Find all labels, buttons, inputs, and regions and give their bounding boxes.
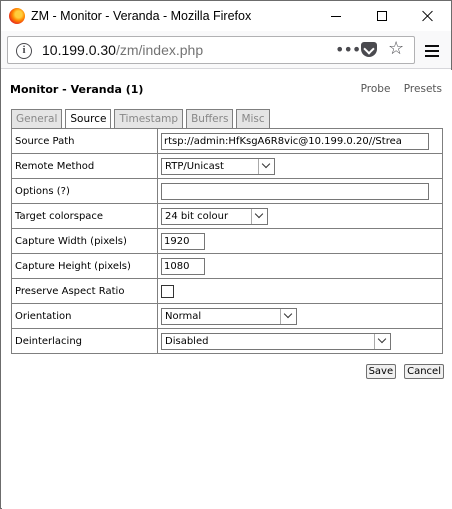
bookmark-star-icon[interactable]: ☆	[388, 38, 404, 59]
firefox-logo-icon	[9, 8, 25, 24]
minimize-icon	[331, 15, 341, 17]
table-row: Source Path rtsp://admin:HfKsgA6R8vic@10…	[11, 128, 443, 154]
page-title: Monitor - Veranda (1)	[10, 83, 144, 96]
hamburger-menu-icon[interactable]	[425, 45, 439, 57]
source-path-label: Source Path	[11, 128, 158, 154]
capture-height-input[interactable]: 1080	[161, 257, 205, 275]
tab-general[interactable]: General	[11, 109, 63, 128]
target-colorspace-value: 24 bit colour	[165, 210, 229, 222]
chevron-down-icon	[258, 158, 274, 174]
tab-strip: General Source Timestamp Buffers Misc	[11, 109, 273, 129]
orientation-label: Orientation	[11, 303, 158, 329]
maximize-button[interactable]	[359, 1, 405, 31]
orientation-select[interactable]: Normal	[161, 307, 297, 325]
tab-buffers[interactable]: Buffers	[186, 109, 234, 128]
url-path: /zm/index.php	[115, 42, 204, 58]
orientation-value: Normal	[165, 310, 202, 322]
header-links: Probe Presets	[351, 83, 442, 95]
source-settings-table: Source Path rtsp://admin:HfKsgA6R8vic@10…	[11, 128, 443, 354]
tab-source[interactable]: Source	[65, 109, 112, 129]
url-bar[interactable]: i 10.199.0.30/zm/index.php ••• ☆	[7, 36, 415, 64]
deinterlacing-label: Deinterlacing	[11, 328, 158, 354]
pocket-icon[interactable]	[361, 42, 377, 57]
chevron-down-icon	[251, 208, 267, 224]
capture-width-input[interactable]: 1920	[161, 232, 205, 250]
table-row: Orientation Normal	[11, 303, 443, 329]
url-host: 10.199.0.30	[42, 42, 116, 58]
url-text[interactable]: 10.199.0.30/zm/index.php	[42, 42, 203, 58]
capture-height-label: Capture Height (pixels)	[11, 253, 158, 279]
chevron-down-icon	[374, 333, 390, 349]
maximize-icon	[377, 11, 387, 21]
cancel-button[interactable]: Cancel	[404, 364, 444, 379]
target-colorspace-select[interactable]: 24 bit colour	[161, 207, 268, 225]
navigation-bar: i 10.199.0.30/zm/index.php ••• ☆	[1, 31, 451, 69]
page-actions-dots-icon[interactable]: •••	[335, 40, 361, 59]
site-info-icon[interactable]: i	[16, 43, 32, 59]
deinterlacing-value: Disabled	[165, 335, 209, 347]
table-row: Target colorspace 24 bit colour	[11, 203, 443, 229]
page-content: Monitor - Veranda (1) Probe Presets Gene…	[2, 70, 452, 509]
table-row: Deinterlacing Disabled	[11, 328, 443, 354]
table-row: Preserve Aspect Ratio	[11, 278, 443, 304]
browser-window: ZM - Monitor - Veranda - Mozilla Firefox…	[0, 0, 452, 509]
presets-link[interactable]: Presets	[404, 83, 442, 95]
source-path-input[interactable]: rtsp://admin:HfKsgA6R8vic@10.199.0.20//S…	[161, 132, 429, 150]
remote-method-label: Remote Method	[11, 153, 158, 179]
deinterlacing-select[interactable]: Disabled	[161, 332, 391, 350]
tab-misc[interactable]: Misc	[236, 109, 270, 128]
title-bar: ZM - Monitor - Veranda - Mozilla Firefox	[1, 1, 451, 31]
capture-width-label: Capture Width (pixels)	[11, 228, 158, 254]
probe-link[interactable]: Probe	[361, 83, 391, 95]
preserve-aspect-checkbox[interactable]	[161, 284, 174, 298]
options-input[interactable]	[161, 182, 429, 200]
chevron-down-icon	[280, 308, 296, 324]
remote-method-value: RTP/Unicast	[165, 160, 224, 172]
close-icon	[422, 10, 434, 22]
remote-method-select[interactable]: RTP/Unicast	[161, 157, 275, 175]
options-label: Options (?)	[11, 178, 158, 204]
target-colorspace-label: Target colorspace	[11, 203, 158, 229]
form-buttons: Save Cancel	[358, 364, 444, 379]
table-row: Remote Method RTP/Unicast	[11, 153, 443, 179]
preserve-aspect-label: Preserve Aspect Ratio	[11, 278, 158, 304]
table-row: Options (?)	[11, 178, 443, 204]
table-row: Capture Height (pixels) 1080	[11, 253, 443, 279]
close-window-button[interactable]	[405, 1, 451, 31]
minimize-button[interactable]	[313, 1, 359, 31]
table-row: Capture Width (pixels) 1920	[11, 228, 443, 254]
save-button[interactable]: Save	[365, 364, 397, 379]
tab-timestamp[interactable]: Timestamp	[114, 109, 184, 128]
window-title: ZM - Monitor - Veranda - Mozilla Firefox	[31, 9, 252, 23]
